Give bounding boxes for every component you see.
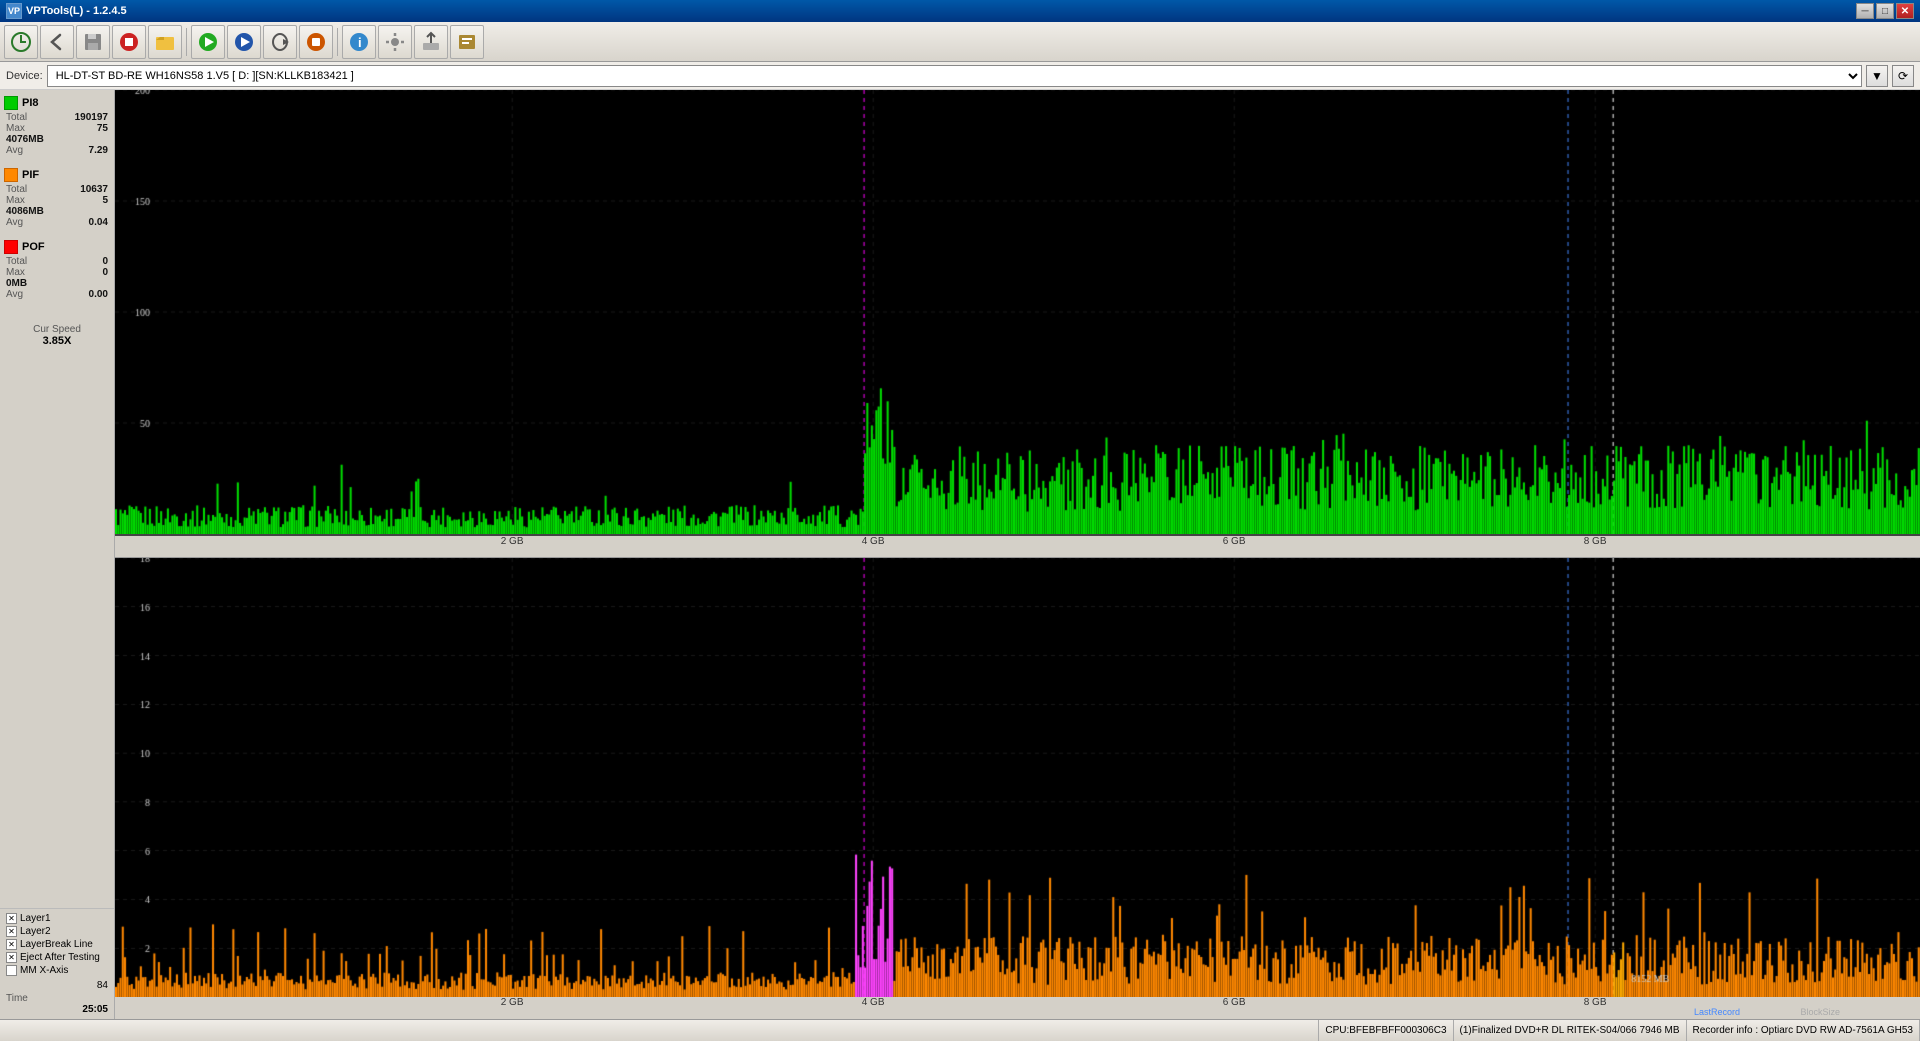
title-bar-left: VP VPTools(L) - 1.2.4.5 xyxy=(6,3,127,19)
eject-checkbox[interactable]: ✕ xyxy=(6,952,17,963)
bottom-checkboxes: ✕ Layer1 ✕ Layer2 ✕ LayerBreak Line ✕ Ej… xyxy=(0,908,114,1019)
x-label-2gb-1: 2 GB xyxy=(501,536,524,547)
pof-size-row: 0MB xyxy=(4,278,110,289)
close-button[interactable]: ✕ xyxy=(1896,3,1914,19)
x-axis-1: 2 GB 4 GB 6 GB 8 GB xyxy=(115,536,1920,558)
pif-canvas xyxy=(115,558,1920,997)
pi8-canvas xyxy=(115,90,1920,534)
separator2 xyxy=(337,28,338,56)
layer2-label: Layer2 xyxy=(20,926,51,937)
last-record-label: LastRecord xyxy=(1694,1007,1740,1017)
pi8-size-row: 4076MB xyxy=(4,134,110,145)
value84: 84 xyxy=(6,980,108,991)
eject-label: Eject After Testing xyxy=(20,952,100,963)
back-button[interactable] xyxy=(40,25,74,59)
pof-avg-row: Avg 0.00 xyxy=(4,289,110,300)
device-dropdown-btn[interactable]: ▼ xyxy=(1866,65,1888,87)
open-button[interactable] xyxy=(148,25,182,59)
tools-button[interactable] xyxy=(378,25,412,59)
info-button[interactable]: i xyxy=(342,25,376,59)
device-refresh-btn[interactable]: ⟳ xyxy=(1892,65,1914,87)
x-label-6gb-1: 6 GB xyxy=(1223,536,1246,547)
x-label-8gb-1: 8 GB xyxy=(1584,536,1607,547)
pof-color-box xyxy=(4,240,18,254)
pif-size-row: 4086MB xyxy=(4,206,110,217)
stop-button[interactable] xyxy=(112,25,146,59)
x-label-4gb-2: 4 GB xyxy=(862,997,885,1008)
pof-label: POF xyxy=(22,241,45,253)
layerbreak-label: LayerBreak Line xyxy=(20,939,93,950)
status-segment-4: Recorder info : Optiarc DVD RW AD-7561A … xyxy=(1687,1020,1920,1041)
mmx-checkbox[interactable] xyxy=(6,965,17,976)
pi8-color-box xyxy=(4,96,18,110)
layer1-checkbox[interactable]: ✕ xyxy=(6,913,17,924)
pof-total-row: Total 0 xyxy=(4,256,110,267)
title-bar-buttons: ─ □ ✕ xyxy=(1856,3,1914,19)
layerbreak-checkbox[interactable]: ✕ xyxy=(6,939,17,950)
status-segment-2: CPU:BFEBFBFF000306C3 xyxy=(1319,1020,1453,1041)
toolbar: i xyxy=(0,22,1920,62)
maximize-button[interactable]: □ xyxy=(1876,3,1894,19)
x-label-8gb-2: 8 GB xyxy=(1584,997,1607,1008)
device-bar: Device: HL-DT-ST BD-RE WH16NS58 1.V5 [ D… xyxy=(0,62,1920,90)
recycle-button[interactable] xyxy=(4,25,38,59)
pif-max-row: Max 5 xyxy=(4,195,110,206)
separator1 xyxy=(186,28,187,56)
pof-legend: POF Total 0 Max 0 0MB Avg 0.00 xyxy=(4,240,110,300)
pof-max-row: Max 0 xyxy=(4,267,110,278)
play-blue-button[interactable] xyxy=(227,25,261,59)
mmx-checkbox-row[interactable]: MM X-Axis xyxy=(6,965,108,976)
pi8-avg-row: Avg 7.29 xyxy=(4,145,110,156)
cur-speed-section: Cur Speed 3.85X xyxy=(4,324,110,347)
x-label-2gb-2: 2 GB xyxy=(501,997,524,1008)
time-value: 25:05 xyxy=(6,1004,108,1015)
x-axis-2: 2 GB 4 GB 6 GB 8 GB LastRecord BlockSize xyxy=(115,997,1920,1019)
play-green-button[interactable] xyxy=(191,25,225,59)
pi8-legend: PI8 Total 190197 Max 75 4076MB Avg 7.29 xyxy=(4,96,110,156)
status-segment-3: (1)Finalized DVD+R DL RITEK-S04/066 7946… xyxy=(1454,1020,1687,1041)
charts-area: 2 GB 4 GB 6 GB 8 GB 2 GB 4 GB 6 GB 8 GB … xyxy=(115,90,1920,1019)
status-segment-1 xyxy=(0,1020,1319,1041)
pif-label: PIF xyxy=(22,169,39,181)
minimize-button[interactable]: ─ xyxy=(1856,3,1874,19)
layerbreak-checkbox-row[interactable]: ✕ LayerBreak Line xyxy=(6,939,108,950)
pi8-label: PI8 xyxy=(22,97,39,109)
device-select[interactable]: HL-DT-ST BD-RE WH16NS58 1.V5 [ D: ][SN:K… xyxy=(47,65,1862,87)
pif-total-row: Total 10637 xyxy=(4,184,110,195)
eject-checkbox-row[interactable]: ✕ Eject After Testing xyxy=(6,952,108,963)
svg-text:i: i xyxy=(358,35,362,50)
layer2-checkbox[interactable]: ✕ xyxy=(6,926,17,937)
block-size-label: BlockSize xyxy=(1800,1007,1840,1017)
record-stop-button[interactable] xyxy=(299,25,333,59)
loop-button[interactable] xyxy=(263,25,297,59)
pif-color-box xyxy=(4,168,18,182)
pif-chart xyxy=(115,558,1920,997)
title-bar: VP VPTools(L) - 1.2.4.5 ─ □ ✕ xyxy=(0,0,1920,22)
pi8-total-row: Total 190197 xyxy=(4,112,110,123)
time-label: Time xyxy=(6,993,108,1004)
mmx-label: MM X-Axis xyxy=(20,965,68,976)
pi8-chart xyxy=(115,90,1920,536)
export-button[interactable] xyxy=(414,25,448,59)
left-stats-panel: PI8 Total 190197 Max 75 4076MB Avg 7.29 xyxy=(0,90,114,908)
layer2-checkbox-row[interactable]: ✕ Layer2 xyxy=(6,926,108,937)
device-label: Device: xyxy=(6,70,43,82)
layer1-label: Layer1 xyxy=(20,913,51,924)
misc-button[interactable] xyxy=(450,25,484,59)
title-bar-text: VPTools(L) - 1.2.4.5 xyxy=(26,5,127,17)
status-bar: CPU:BFEBFBFF000306C3 (1)Finalized DVD+R … xyxy=(0,1019,1920,1041)
pif-legend: PIF Total 10637 Max 5 4086MB Avg 0.04 xyxy=(4,168,110,228)
layer1-checkbox-row[interactable]: ✕ Layer1 xyxy=(6,913,108,924)
x-label-4gb-1: 4 GB xyxy=(862,536,885,547)
save-button[interactable] xyxy=(76,25,110,59)
pif-avg-row: Avg 0.04 xyxy=(4,217,110,228)
app-icon: VP xyxy=(6,3,22,19)
x-label-6gb-2: 6 GB xyxy=(1223,997,1246,1008)
pi8-max-row: Max 75 xyxy=(4,123,110,134)
